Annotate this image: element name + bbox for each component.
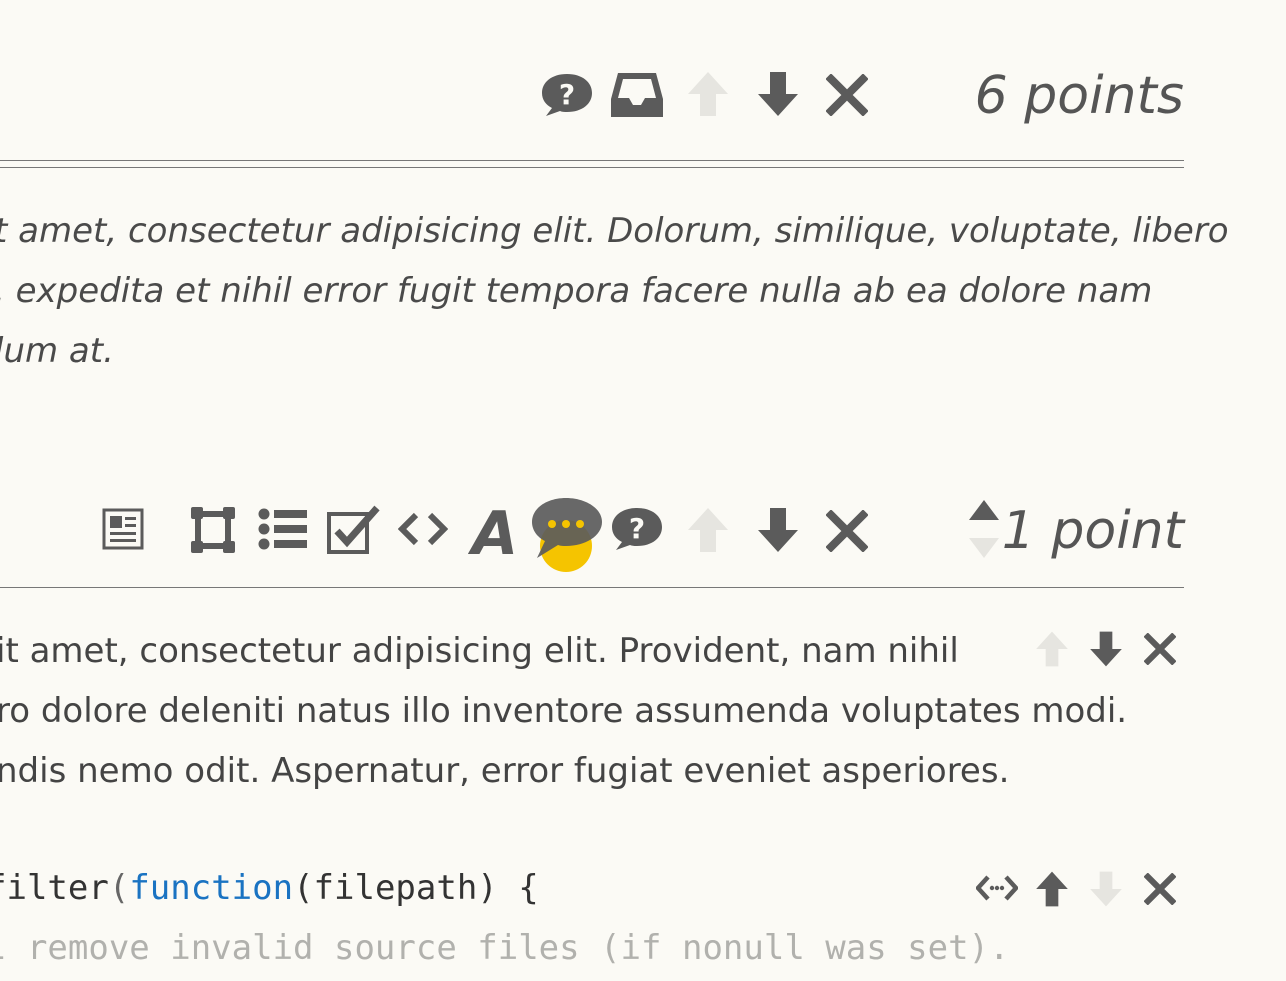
list-icon[interactable]: [258, 508, 308, 550]
font-icon[interactable]: A: [468, 502, 522, 556]
code-comment: l remove invalid source files (if nonull…: [0, 928, 1010, 968]
code-identifier: filter: [0, 868, 109, 908]
divider: [0, 587, 1184, 588]
paragraph-line: ro dolore deleniti natus illo inventore …: [0, 691, 1128, 731]
code-keyword: function: [129, 868, 294, 908]
svg-text:?: ?: [559, 78, 575, 111]
chat-bubble-icon[interactable]: [530, 496, 606, 572]
frame-icon[interactable]: [190, 506, 236, 554]
code-line: filter(function(filepath) {: [0, 858, 539, 918]
checkbox-icon[interactable]: [326, 504, 380, 554]
code-punctuation: (: [108, 868, 130, 908]
divider: [0, 160, 1184, 161]
code-expand-icon[interactable]: [976, 874, 1018, 902]
arrow-up-icon[interactable]: [1034, 870, 1070, 908]
paragraph-line: ndis nemo odit. Aspernatur, error fugiat…: [0, 751, 1010, 791]
close-icon[interactable]: [1144, 873, 1176, 905]
arrow-down-icon[interactable]: [1088, 870, 1124, 908]
close-icon[interactable]: [1144, 633, 1176, 665]
arrow-up-icon[interactable]: [1034, 630, 1070, 668]
svg-text:?: ?: [629, 512, 645, 545]
divider: [0, 167, 1184, 168]
points-label: 1 point: [1001, 501, 1184, 561]
close-icon[interactable]: [826, 510, 868, 552]
svg-text:A: A: [468, 502, 518, 556]
code-icon[interactable]: [398, 512, 448, 546]
code-param: (filepath) {: [293, 868, 539, 908]
arrow-down-icon[interactable]: [1088, 630, 1124, 668]
arrow-up-icon[interactable]: [686, 70, 730, 118]
paragraph-line: t amet, consectetur adipisicing elit. Do…: [0, 211, 1229, 251]
document-icon[interactable]: [102, 508, 144, 550]
paragraph-line: it amet, consectetur adipisicing elit. P…: [0, 631, 959, 671]
inbox-icon[interactable]: [610, 71, 664, 119]
arrow-down-icon[interactable]: [756, 506, 800, 554]
question-bubble-icon[interactable]: ?: [610, 506, 664, 552]
question-bubble-icon[interactable]: ?: [540, 72, 594, 118]
points-label: 6 points: [974, 66, 1184, 126]
arrow-down-icon[interactable]: [756, 70, 800, 118]
close-icon[interactable]: [826, 74, 868, 116]
stepper-icon[interactable]: [968, 500, 1000, 558]
arrow-up-icon[interactable]: [686, 506, 730, 554]
paragraph-line: lum at.: [0, 331, 114, 371]
paragraph-line: , expedita et nihil error fugit tempora …: [0, 271, 1153, 311]
